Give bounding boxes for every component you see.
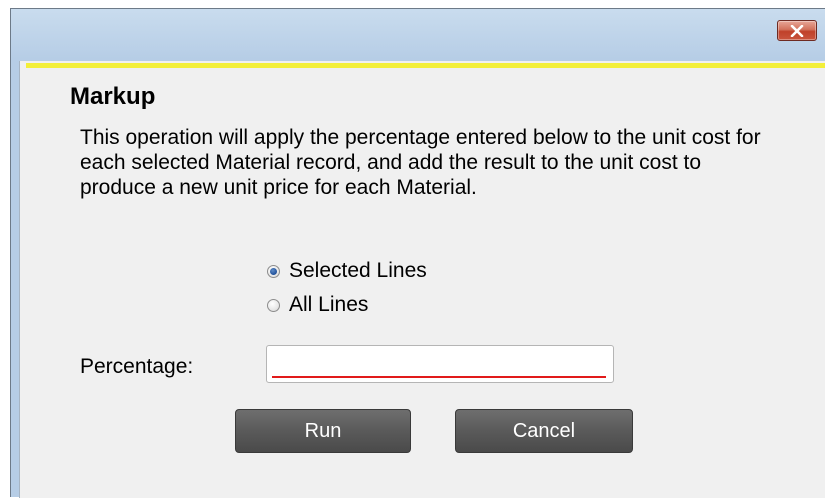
- radio-all-lines[interactable]: All Lines: [267, 293, 368, 317]
- title-bar: [11, 9, 825, 61]
- radio-button-unchecked[interactable]: [267, 298, 280, 312]
- dialog-title: Markup: [70, 83, 156, 110]
- close-x-icon: [790, 25, 804, 37]
- required-field-underline: [272, 376, 606, 378]
- radio-button-checked[interactable]: [267, 264, 280, 278]
- dialog-content: Markup This operation will apply the per…: [19, 61, 825, 498]
- radio-label-selected-lines: Selected Lines: [289, 259, 427, 282]
- markup-dialog-window: Markup This operation will apply the per…: [10, 8, 825, 498]
- percentage-label: Percentage:: [80, 355, 194, 378]
- cancel-button[interactable]: Cancel: [455, 409, 633, 453]
- close-button[interactable]: [777, 20, 817, 41]
- radio-selected-lines[interactable]: Selected Lines: [267, 259, 427, 283]
- radio-label-all-lines: All Lines: [289, 293, 369, 316]
- run-button[interactable]: Run: [235, 409, 411, 453]
- dialog-description: This operation will apply the percentage…: [80, 126, 761, 199]
- accent-line: [26, 63, 825, 68]
